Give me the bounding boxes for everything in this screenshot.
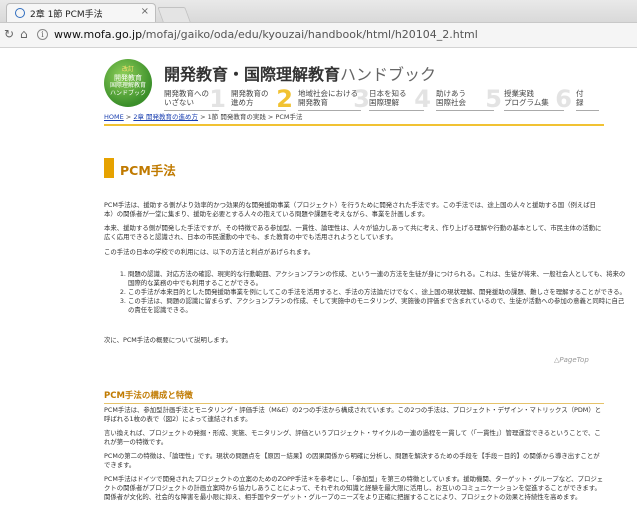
- paragraph-structure: PCM手法は、参加型計画手法とモニタリング・評価手法（M&E）の2つの手法から構…: [104, 406, 602, 423]
- chapter-label: 開発教育の 進め方: [231, 89, 269, 107]
- new-tab-button[interactable]: [157, 7, 191, 22]
- logo-text-1: 改訂: [121, 66, 134, 73]
- site-header: 改訂 開発教育 国際理解教育 ハンドブック 開発教育・国際理解教育ハンドブック …: [104, 59, 604, 115]
- page-top-link[interactable]: △PageTop: [554, 356, 589, 364]
- breadcrumb-separator: >: [198, 113, 208, 121]
- tab-title: 2章 1節 PCM手法: [30, 10, 103, 20]
- chapter-label: 付 録: [576, 89, 584, 107]
- breadcrumb-separator: >: [123, 113, 134, 121]
- benefits-list: 問題の認識、対応方法の確認、現実的な行動範囲、アクションプランの作成、という一連…: [104, 270, 628, 315]
- chapter-label: 開発教育への いざない: [164, 89, 209, 107]
- breadcrumb-chapter[interactable]: 2章 開発教育の進め方: [133, 113, 198, 121]
- paragraph-origin: 本来、援助する側が開発した手法ですが、その特徴である参加型、一貫性、論理性は、人…: [104, 224, 602, 241]
- site-title-bold: 開発教育・国際理解教育: [164, 65, 341, 84]
- browser-tab-bar: 2章 1節 PCM手法 ×: [0, 0, 637, 23]
- reload-icon[interactable]: ↻: [4, 27, 14, 41]
- paragraph-participation: PCM手法はドイツで開発されたプロジェクトの立案のためのZOPP手法＊を参考にし…: [104, 475, 604, 501]
- logo-text-2: 開発教育: [114, 74, 142, 82]
- browser-tab[interactable]: 2章 1節 PCM手法 ×: [6, 3, 156, 22]
- logo-text-3: 国際理解教育: [109, 82, 146, 89]
- logo-text-4: ハンドブック: [109, 90, 146, 97]
- site-title: 開発教育・国際理解教育ハンドブック: [164, 61, 436, 85]
- chapter-nav-item-5[interactable]: 5 助けあう 国際社会: [436, 86, 502, 112]
- breadcrumb: HOME > 2章 開発教育の進め方 > 1節 開発教育の実践 > PCM手法: [104, 112, 604, 126]
- favicon-icon: [15, 8, 25, 18]
- web-page: 改訂 開発教育 国際理解教育 ハンドブック 開発教育・国際理解教育ハンドブック …: [0, 48, 637, 519]
- chapter-nav-item-4[interactable]: 4 日本を知る 国際理解: [369, 86, 431, 112]
- list-item: この手法が本来目的とした開発援助事業を例にしてこの手法を活用すると、手法の方法論…: [128, 288, 628, 297]
- paragraph-next: 次に、PCM手法の概要について説明します。: [104, 336, 232, 344]
- paragraph-logic: PCMの第二の特徴は、「論理性」です。現状の問題点を【原因－結果】の因果関係から…: [104, 452, 600, 469]
- breadcrumb-section: 1節 開発教育の実践: [207, 113, 266, 121]
- close-tab-icon[interactable]: ×: [141, 6, 149, 17]
- chapter-label: 助けあう 国際社会: [436, 89, 466, 107]
- chapter-label: 授業実践 プログラム集: [504, 89, 549, 107]
- chapter-nav-item-3[interactable]: 3 地域社会における 開発教育: [298, 86, 370, 112]
- info-icon[interactable]: i: [37, 29, 48, 40]
- chapter-nav-item-1[interactable]: 1 開発教育への いざない: [164, 86, 226, 112]
- paragraph-usage: この手法の日本の学校での利用には、以下の方法と利点があげられます。: [104, 248, 315, 256]
- breadcrumb-current: PCM手法: [275, 113, 303, 121]
- breadcrumb-home[interactable]: HOME: [104, 113, 124, 121]
- home-icon[interactable]: ⌂: [20, 27, 28, 41]
- breadcrumb-separator: >: [265, 113, 276, 121]
- chapter-nav: 1 開発教育への いざない 2 開発教育の 進め方 3 地域社会における 開発教…: [164, 86, 614, 112]
- address-bar[interactable]: www.mofa.go.jp/mofaj/gaiko/oda/edu/kyouz…: [54, 28, 478, 41]
- chapter-nav-item-appendix[interactable]: 付 録: [576, 86, 602, 112]
- paragraph-intro: PCM手法は、援助する側がより効率的かつ効果的な開発援助事業（プロジェクト）を行…: [104, 201, 597, 218]
- paragraph-consistency: 言い換えれば、プロジェクトの発掘・形成、実施、モニタリング、評価というプロジェク…: [104, 429, 601, 446]
- list-item: 問題の認識、対応方法の確認、現実的な行動範囲、アクションプランの作成、という一連…: [128, 270, 628, 288]
- chapter-label: 日本を知る 国際理解: [369, 89, 407, 107]
- chapter-nav-item-6[interactable]: 6 授業実践 プログラム集: [504, 86, 572, 112]
- site-logo[interactable]: 改訂 開発教育 国際理解教育 ハンドブック: [104, 59, 152, 107]
- chapter-nav-item-2[interactable]: 2 開発教育の 進め方: [231, 86, 293, 112]
- section-heading: PCM手法の構成と特徴: [104, 389, 604, 404]
- browser-toolbar: ↻ ⌂ i www.mofa.go.jp/mofaj/gaiko/oda/edu…: [0, 23, 637, 48]
- site-title-light: ハンドブック: [340, 65, 437, 84]
- chapter-label: 地域社会における 開発教育: [298, 89, 358, 107]
- list-item: この手法は、問題の認識に留まらず、アクションプランの作成、そして実施中のモニタリ…: [128, 297, 628, 315]
- url-host: www.mofa.go.jp: [54, 28, 143, 41]
- heading-marker: [104, 158, 114, 178]
- url-path: /mofaj/gaiko/oda/edu/kyouzai/handbook/ht…: [142, 28, 478, 41]
- page-heading: PCM手法: [120, 163, 176, 178]
